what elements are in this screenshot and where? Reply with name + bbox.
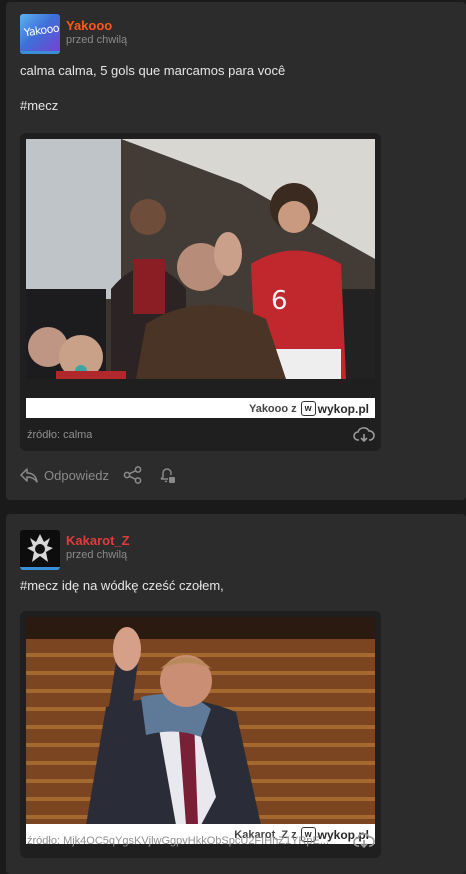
timestamp[interactable]: przed chwilą [66,34,127,46]
tag-link[interactable]: #mecz [20,98,58,114]
entry-text: calma calma, 5 gols que marcamos para vo… [20,63,286,78]
avatar-color-bar [20,567,60,570]
source-link[interactable]: źródło: Mjk4OC5qYgsKVjlwGgpvHkkObSpcU2FI… [27,835,337,847]
cloud-download-icon[interactable] [353,833,375,849]
reply-icon [20,468,38,483]
embedded-photo[interactable] [26,617,375,825]
embedded-photo[interactable]: 6 [26,139,375,379]
author-name[interactable]: Yakooo [66,18,112,33]
watermark-bar: Yakooo z w wykop.pl [26,398,375,418]
timestamp[interactable]: przed chwilą [66,549,127,561]
wykop-logo: w wykop.pl [300,401,369,416]
avatar[interactable]: Yakooo [20,14,60,54]
media-embed: 6 Yakooo z w wykop.pl źródło: calma [20,133,381,451]
avatar-image [20,530,60,570]
reply-label: Odpowiedz [44,467,110,483]
entry-text: #mecz idę na wódkę cześć czołem, [20,578,224,593]
wykop-logo-icon: w [300,401,316,416]
avatar-logo-text: Yakooo [23,21,60,40]
watermark-site: wykop.pl [317,401,369,416]
notification-bell-icon[interactable] [157,466,177,484]
author-name[interactable]: Kakarot_Z [66,533,130,548]
entry-card: Yakooo Yakooo przed chwilą calma calma, … [6,2,466,500]
entry-actions: Odpowiedz [20,466,177,484]
media-embed: Kakarot_Z z w wykop.pl źródło: Mjk4OC5qYg… [20,611,381,858]
svg-text:6: 6 [271,286,288,316]
source-link[interactable]: źródło: calma [27,429,92,441]
watermark-user: Yakooo z [248,402,297,415]
avatar[interactable] [20,530,60,570]
avatar-color-bar [20,51,60,54]
share-icon[interactable] [123,466,143,484]
cloud-download-icon[interactable] [353,427,375,443]
entry-card: Kakarot_Z przed chwilą #mecz idę na wódk… [6,514,466,874]
reply-button[interactable]: Odpowiedz [20,467,109,483]
